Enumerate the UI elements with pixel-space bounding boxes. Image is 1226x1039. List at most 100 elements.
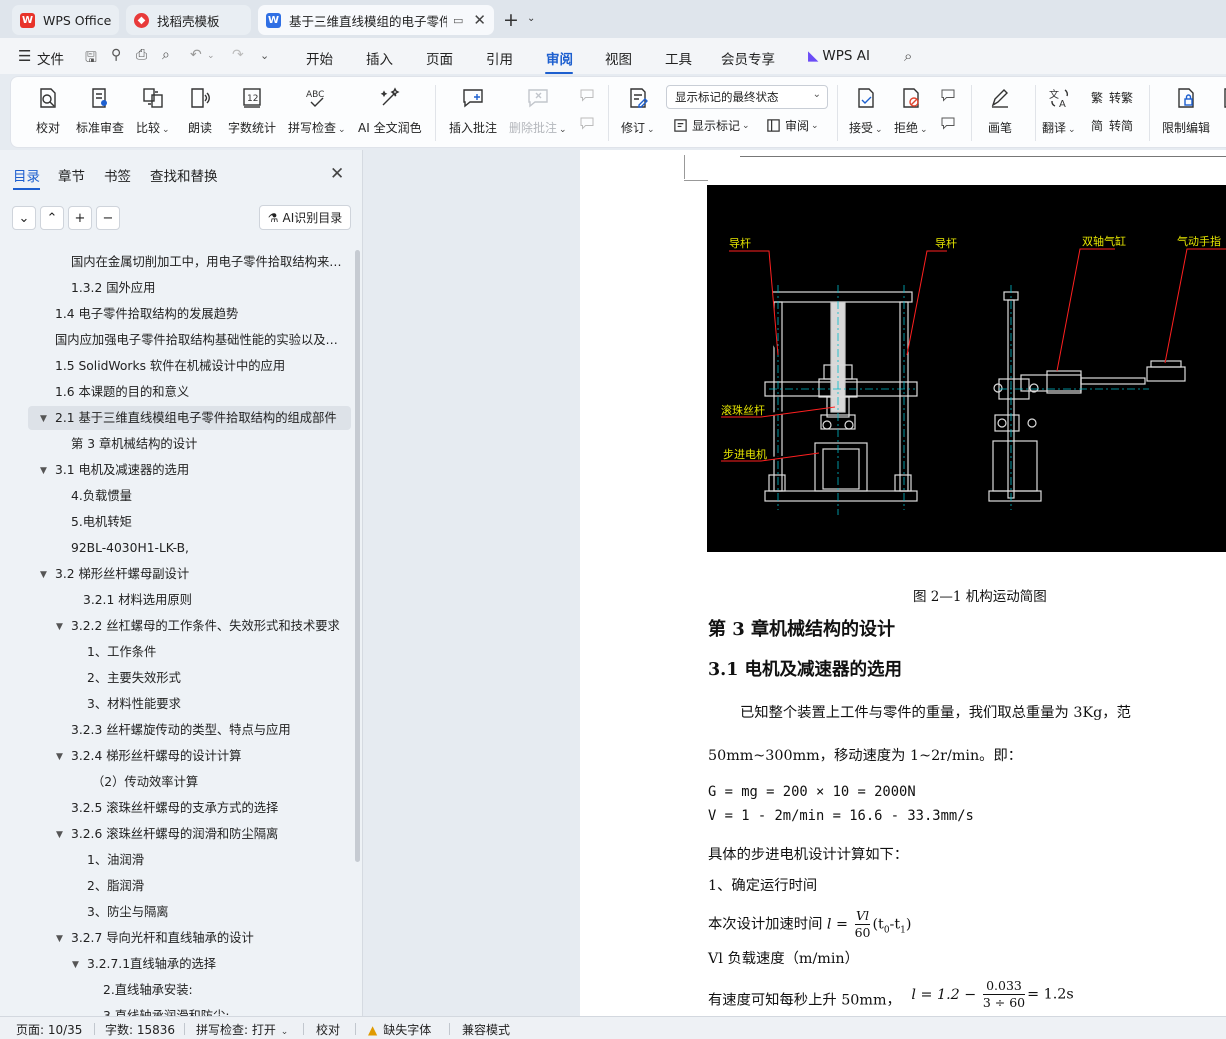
toc-item[interactable]: 3.2.7 导向光杆和直线轴承的设计	[71, 926, 348, 950]
nav-tab-find-replace[interactable]: 查找和替换	[150, 165, 218, 185]
read-aloud-button[interactable]: 朗读	[187, 84, 213, 136]
toc-expand-toggle-icon[interactable]: ▼	[56, 927, 63, 951]
collapse-down-icon[interactable]: ⌄	[12, 206, 36, 230]
toc-expand-toggle-icon[interactable]: ▼	[40, 563, 47, 587]
toc-item[interactable]: 3.2.4 梯形丝杆螺母的设计计算	[71, 744, 348, 768]
screen-icon[interactable]: ▭	[453, 14, 463, 27]
toc-item[interactable]: （2）传动效率计算	[92, 770, 348, 794]
markup-mode-select[interactable]: 显示标记的最终状态 ⌄	[666, 85, 828, 109]
menu-home[interactable]: 开始	[306, 48, 333, 68]
menu-wps-ai[interactable]: ◣ WPS AI	[808, 48, 870, 64]
toc-expand-toggle-icon[interactable]: ▼	[56, 745, 63, 769]
spell-check-toggle[interactable]: 拼写检查: 打开 ⌄	[196, 1021, 288, 1038]
word-count-button[interactable]: 12 字数统计	[228, 84, 276, 136]
reject-button[interactable]: 拒绝 ⌄	[894, 84, 928, 136]
undo-dropdown-icon[interactable]: ⌄	[207, 51, 215, 61]
next-change-icon[interactable]	[939, 115, 959, 135]
menu-insert[interactable]: 插入	[366, 48, 393, 68]
track-changes-button[interactable]: 修订 ⌄	[621, 84, 655, 136]
toc-item[interactable]: 92BL-4030H1-LK-B,	[71, 536, 348, 560]
toc-item[interactable]: 1.6 本课题的目的和意义	[55, 380, 348, 404]
page-indicator[interactable]: 页面: 10/35	[16, 1021, 82, 1038]
tab-docer-templates[interactable]: ◆ 找稻壳模板	[126, 5, 251, 35]
toc-item[interactable]: 1、油润滑	[87, 848, 348, 872]
add-heading-icon[interactable]: +	[68, 206, 92, 230]
next-comment-icon[interactable]	[578, 115, 598, 135]
save-icon[interactable]: 🖫	[85, 47, 97, 71]
tab-current-document[interactable]: W 基于三维直线模组的电子零件 ▭ ✕	[258, 5, 494, 35]
toc-expand-toggle-icon[interactable]: ▼	[72, 953, 79, 977]
toc-expand-toggle-icon[interactable]: ▼	[40, 459, 47, 483]
missing-font-indicator[interactable]: ▲ 缺失字体	[368, 1021, 431, 1038]
menu-review[interactable]: 审阅	[546, 48, 573, 68]
redo-icon[interactable]: ↷	[232, 47, 244, 63]
new-tab-plus-icon[interactable]: +	[503, 9, 519, 31]
show-markup-button[interactable]: 显示标记 ⌄	[672, 117, 750, 134]
tab-wps-office[interactable]: W WPS Office	[12, 5, 119, 35]
cad-drawing-image[interactable]: 导杆 导杆 双轴气缸 气动手指 滚珠丝杆 步进电机	[707, 185, 1226, 552]
toc-item[interactable]: 3.2.6 滚珠丝杆螺母的润滑和防尘隔离	[71, 822, 348, 846]
toc-item[interactable]: 2、主要失效形式	[87, 666, 348, 690]
print-icon[interactable]: ⎙	[136, 47, 147, 63]
delete-comment-button[interactable]: 删除批注 ⌄	[509, 84, 567, 136]
toc-item[interactable]: 4.负载惯量	[71, 484, 348, 508]
standard-review-button[interactable]: 标准审查	[76, 84, 124, 136]
toc-item[interactable]: 国内应加强电子零件拾取结构基础性能的实验以及基础...	[55, 328, 348, 352]
nav-tab-toc[interactable]: 目录	[13, 165, 40, 185]
ai-proofread-button[interactable]: AI 全文润色	[358, 84, 422, 136]
menu-page[interactable]: 页面	[426, 48, 453, 68]
translate-button[interactable]: 文A 翻译 ⌄	[1042, 84, 1076, 136]
toc-item[interactable]: 3.直线轴承润滑和防尘:	[103, 1004, 348, 1016]
restrict-editing-button[interactable]: 限制编辑	[1162, 84, 1210, 136]
toc-item[interactable]: 3.2 梯形丝杆螺母副设计	[55, 562, 348, 586]
tab-list-chevron-icon[interactable]: ⌄	[527, 13, 535, 24]
compare-button[interactable]: 比较 ⌄	[136, 84, 170, 136]
insert-comment-button[interactable]: 插入批注	[449, 84, 497, 136]
nav-scrollbar[interactable]	[355, 250, 360, 862]
nav-tab-chapters[interactable]: 章节	[58, 165, 85, 185]
toc-item[interactable]: 3.2.5 滚珠丝杆螺母的支承方式的选择	[71, 796, 348, 820]
undo-icon[interactable]: ↶	[190, 47, 202, 63]
remove-heading-icon[interactable]: −	[96, 206, 120, 230]
nav-tab-bookmarks[interactable]: 书签	[104, 165, 131, 185]
quick-access-more-icon[interactable]: ⌄	[260, 49, 269, 62]
toc-item[interactable]: 1.4 电子零件拾取结构的发展趋势	[55, 302, 348, 326]
toc-item[interactable]: 3、材料性能要求	[87, 692, 348, 716]
toc-expand-toggle-icon[interactable]: ▼	[40, 407, 47, 431]
menu-references[interactable]: 引用	[486, 48, 513, 68]
toc-expand-toggle-icon[interactable]: ▼	[56, 615, 63, 639]
document-canvas[interactable]: 导杆 导杆 双轴气缸 气动手指 滚珠丝杆 步进电机 图 2—1 机构运动简图 第 3 章机…	[364, 150, 1226, 1016]
toc-item[interactable]: 第 3 章机械结构的设计	[71, 432, 348, 456]
menu-tools[interactable]: 工具	[665, 48, 692, 68]
toc-item[interactable]: 1.3.2 国外应用	[71, 276, 348, 300]
toc-item[interactable]: 3.2.3 丝杆螺旋传动的类型、特点与应用	[71, 718, 348, 742]
document-rights-button[interactable]: 文	[1219, 84, 1226, 136]
print-preview-icon[interactable]: ⌕	[162, 47, 170, 63]
toc-item[interactable]: 3.2.1 材料选用原则	[83, 588, 348, 612]
menu-member[interactable]: 会员专享	[721, 48, 775, 68]
toc-item[interactable]: 1.5 SolidWorks 软件在机械设计中的应用	[55, 354, 348, 378]
toc-item[interactable]: 2、脂润滑	[87, 874, 348, 898]
menu-view[interactable]: 视图	[605, 48, 632, 68]
ai-toc-button[interactable]: ⚗ AI识别目录	[259, 205, 351, 230]
spell-check-button[interactable]: ABC 拼写检查 ⌄	[288, 84, 346, 136]
hamburger-menu-icon[interactable]: ☰	[18, 47, 31, 65]
toc-item[interactable]: 3.2.7.1直线轴承的选择	[87, 952, 348, 976]
pen-button[interactable]: 画笔	[987, 84, 1013, 136]
search-icon[interactable]: ⌕	[904, 47, 912, 65]
collapse-up-icon[interactable]: ⌃	[40, 206, 64, 230]
toc-item[interactable]: 3.1 电机及减速器的选用	[55, 458, 348, 482]
word-count-indicator[interactable]: 字数: 15836	[105, 1021, 175, 1038]
accept-button[interactable]: 接受 ⌄	[849, 84, 883, 136]
close-tab-icon[interactable]: ✕	[473, 11, 486, 29]
toc-item[interactable]: 3、防尘与隔离	[87, 900, 348, 924]
review-pane-button[interactable]: 审阅 ⌄	[765, 117, 819, 134]
document-page[interactable]: 导杆 导杆 双轴气缸 气动手指 滚珠丝杆 步进电机 图 2—1 机构运动简图 第 3 章机…	[580, 150, 1226, 1016]
toc-item[interactable]: 3.2.2 丝杠螺母的工作条件、失效形式和技术要求	[71, 614, 348, 638]
toc-item[interactable]: 2.直线轴承安装:	[103, 978, 348, 1002]
toc-item[interactable]: 2.1 基于三维直线模组电子零件拾取结构的组成部件	[55, 406, 348, 430]
to-simplified-button[interactable]: 简转简	[1089, 117, 1133, 134]
toc-item[interactable]: 5.电机转矩	[71, 510, 348, 534]
to-traditional-button[interactable]: 繁转繁	[1089, 89, 1133, 106]
menu-file[interactable]: 文件	[37, 48, 64, 68]
